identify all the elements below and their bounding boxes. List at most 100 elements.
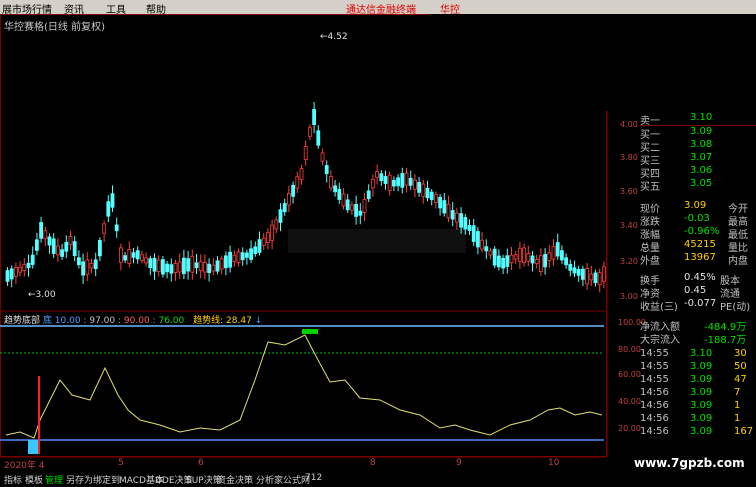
quote-price: 3.06 [690, 165, 713, 176]
stats-panel: 现价 3.09 今开 涨跌 -0.03 最高 涨幅 -0.96% 最低 总量 45215 量比 外盘 13… [640, 200, 756, 267]
candle-body [198, 261, 203, 272]
candle-body [316, 130, 321, 146]
tab-fund[interactable]: 资金决策 [217, 473, 253, 486]
price-axis-label: 3.40 [620, 221, 638, 230]
candle-body [114, 224, 119, 232]
candle-body [228, 251, 233, 268]
candle-body [576, 268, 581, 276]
tab-712[interactable]: 712 [305, 473, 322, 483]
stat-row[interactable]: 外盘 13967 内盘 [640, 252, 756, 267]
candle-body [337, 188, 342, 200]
candle-body [299, 168, 304, 180]
candle-body [551, 245, 556, 260]
candle-body [139, 254, 144, 261]
stat-row[interactable]: 净资 0.45 流通 [640, 285, 756, 300]
candle-body [253, 246, 258, 254]
top-signal-bar [302, 329, 318, 334]
tick-row[interactable]: 14:56 3.09 167 [640, 426, 756, 439]
tick-row[interactable]: 14:55 3.09 50 [640, 361, 756, 374]
candle-body [47, 236, 52, 246]
tab-manage[interactable]: 管理 [45, 473, 63, 486]
candle-body [505, 255, 510, 267]
candle-body [312, 109, 317, 125]
candle-body [400, 173, 405, 188]
flow-row[interactable]: 净流入额 -484.9万 [640, 318, 756, 333]
buy-row[interactable]: 买三 3.07 [640, 152, 756, 167]
tick-row[interactable]: 14:55 3.09 47 [640, 374, 756, 387]
indicator-axis-label: 80.00 [618, 345, 641, 354]
buy-row[interactable]: 买五 3.05 [640, 178, 756, 193]
candle-body [518, 247, 522, 262]
candle-body [320, 152, 325, 162]
tab-indicator[interactable]: 指标 [4, 473, 22, 486]
buy-row[interactable]: 买四 3.06 [640, 165, 756, 180]
stats2-panel: 换手 0.45% 股本 净资 0.45 流通 收益(三) -0.077 PE(动) [640, 272, 756, 313]
candle-body [60, 249, 64, 257]
candle-body [131, 252, 136, 258]
x-axis-label: 9 [456, 458, 462, 468]
indicator-chart[interactable] [0, 320, 606, 455]
tab-bind[interactable]: 绑定到 [93, 473, 120, 486]
candle-body [492, 248, 497, 266]
candle-body [589, 273, 594, 281]
tab-template[interactable]: 模板 [25, 473, 43, 486]
candle-body [543, 254, 547, 268]
candle-body [119, 247, 123, 263]
tick-time: 14:55 [640, 374, 669, 385]
candle-body [282, 203, 287, 213]
x-axis-label: 8 [370, 458, 376, 468]
candle-body [181, 257, 186, 275]
candle-body [85, 259, 90, 275]
candle-body [278, 209, 283, 223]
candle-body [165, 263, 170, 273]
tab-formula[interactable]: 分析家公式网 [256, 473, 310, 486]
candle-body [433, 194, 438, 203]
candle-body [547, 252, 552, 261]
tick-row[interactable]: 14:56 3.09 1 [640, 400, 756, 413]
tick-volume: 167 [734, 426, 754, 437]
candle-body [513, 254, 518, 260]
flows-panel: 净流入额 -484.9万 大宗流入 -188.7万 [640, 318, 756, 346]
stat-row[interactable]: 涨幅 -0.96% 最低 [640, 226, 756, 241]
buy-row[interactable]: 买一 3.09 [640, 126, 756, 141]
tick-row[interactable]: 14:56 3.09 1 [640, 413, 756, 426]
candle-body [13, 266, 18, 277]
candle-body [459, 213, 464, 228]
tick-price: 3.09 [690, 387, 713, 398]
indicator-axis-label: 20.00 [618, 424, 641, 433]
tab-save-as[interactable]: 另存为 [66, 473, 93, 486]
buy-row[interactable]: 买二 3.08 [640, 139, 756, 154]
quote-price: 3.09 [690, 126, 713, 137]
candle-body [307, 127, 312, 137]
quote-price: 3.07 [690, 152, 713, 163]
stat-row[interactable]: 现价 3.09 今开 [640, 200, 756, 215]
price-axis-label: 3.00 [620, 292, 638, 301]
sell-row[interactable]: 卖一 3.10 [640, 112, 756, 127]
tick-time: 14:55 [640, 348, 669, 359]
tick-row[interactable]: 14:56 3.09 7 [640, 387, 756, 400]
candle-body [102, 223, 106, 234]
tick-row[interactable]: 14:55 3.10 30 [640, 348, 756, 361]
candle-body [522, 247, 526, 264]
candle-body [333, 185, 338, 193]
candle-body [375, 171, 380, 178]
stat-row[interactable]: 总量 45215 量比 [640, 239, 756, 254]
tick-time: 14:56 [640, 400, 669, 411]
stat-row[interactable]: 涨跌 -0.03 最高 [640, 213, 756, 228]
flow-row[interactable]: 大宗流入 -188.7万 [640, 331, 756, 346]
stat-row[interactable]: 收益(三) -0.077 PE(动) [640, 298, 756, 313]
candle-body [257, 239, 262, 253]
stat-row[interactable]: 换手 0.45% 股本 [640, 272, 756, 287]
candle-body [9, 268, 14, 280]
trend-line [5, 334, 603, 439]
stat-label: 外盘 [640, 256, 660, 267]
candle-body [81, 261, 85, 276]
candle-body [249, 248, 254, 260]
candlestick-chart[interactable] [0, 14, 606, 310]
candle-body [324, 165, 329, 175]
watermark: www.7gpzb.com [634, 456, 745, 470]
candle-body [207, 263, 212, 274]
candle-body [194, 262, 199, 269]
candle-body [39, 222, 43, 239]
candle-body [35, 239, 39, 251]
